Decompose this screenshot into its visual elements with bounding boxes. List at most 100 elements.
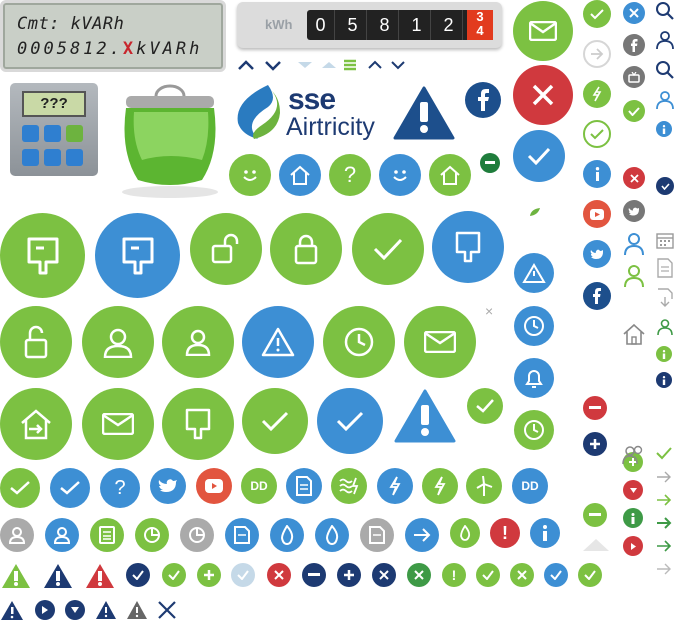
user-grey-button[interactable] [0, 518, 34, 552]
meter-blue-button[interactable] [95, 213, 180, 298]
mail-green-button[interactable] [82, 388, 154, 460]
check-outline-button[interactable] [583, 120, 611, 148]
meter-blue-small-button[interactable] [432, 211, 504, 283]
unlock-green-button[interactable] [0, 306, 72, 378]
check-blue-small-button[interactable] [544, 563, 568, 587]
minus-green-button[interactable] [583, 503, 607, 527]
direct-debit-button[interactable]: DD [241, 468, 277, 504]
info-blue-xs-button[interactable] [656, 121, 672, 137]
check-navy-xs-button[interactable] [656, 177, 674, 195]
user-outline-navy-icon[interactable] [655, 30, 675, 50]
close-navy-button[interactable] [372, 563, 396, 587]
exclamation-green-button[interactable]: ! [442, 563, 466, 587]
arrow-right-button[interactable] [405, 518, 439, 552]
pie-chart-grey-button[interactable] [180, 518, 214, 552]
electricity-button[interactable] [377, 468, 413, 504]
check-large-button[interactable] [352, 213, 424, 285]
minus-button[interactable] [480, 153, 500, 173]
twitter-grey-button[interactable] [623, 200, 645, 222]
facebook-grey-button[interactable] [623, 34, 645, 56]
clock-button[interactable] [514, 306, 554, 346]
check-green-button[interactable] [242, 388, 308, 454]
list-button[interactable] [90, 518, 124, 552]
check-green-2-button[interactable] [476, 563, 500, 587]
close-x-icon[interactable]: × [485, 303, 493, 319]
check-medium-button[interactable] [0, 468, 40, 508]
check-small-button[interactable] [467, 388, 503, 424]
arrow-outline-button[interactable] [583, 40, 611, 68]
home-green-button[interactable] [429, 154, 471, 196]
user-small-button[interactable] [162, 306, 234, 378]
dropdown-button[interactable] [65, 600, 85, 620]
play-red-button[interactable] [623, 536, 643, 556]
check-blue-button[interactable] [317, 388, 383, 454]
mail-button[interactable] [513, 1, 573, 61]
close-blue-button[interactable] [623, 2, 645, 24]
info-green-button[interactable] [623, 508, 643, 528]
close-thin-icon[interactable] [157, 600, 177, 620]
check-medium-blue-button[interactable] [50, 468, 90, 508]
dropdown-red-button[interactable] [623, 480, 643, 500]
lightning-col-button[interactable] [583, 80, 611, 108]
download-document-icon[interactable] [655, 288, 675, 308]
help-button[interactable]: ? [329, 154, 371, 196]
check-button[interactable] [513, 130, 565, 182]
minus-red-button[interactable] [583, 396, 607, 420]
twitter-col-button[interactable] [583, 240, 611, 268]
play-button[interactable] [35, 600, 55, 620]
clock-green-button[interactable] [514, 410, 554, 450]
error-button[interactable]: ! [490, 518, 520, 548]
check-col-button[interactable] [583, 0, 611, 28]
bell-button[interactable] [514, 358, 554, 398]
arrow-right-grey-icon[interactable] [656, 562, 672, 576]
search-icon[interactable] [655, 1, 675, 21]
close-button[interactable] [513, 65, 573, 125]
calendar-icon[interactable] [655, 230, 675, 250]
arrow-right-dark-green-icon[interactable] [656, 516, 672, 530]
plus-navy-col-button[interactable] [583, 432, 607, 456]
clock-large-button[interactable] [323, 306, 395, 378]
user-outline-green-small-icon[interactable] [656, 318, 674, 336]
dual-fuel-button[interactable] [331, 468, 367, 504]
youtube-col-button[interactable] [583, 200, 611, 228]
home-button[interactable] [279, 154, 321, 196]
help-blue-button[interactable]: ? [100, 468, 140, 508]
youtube-button[interactable] [196, 468, 232, 504]
facebook-button[interactable] [465, 82, 501, 118]
close-red-col-button[interactable] [623, 167, 645, 189]
search-icon[interactable] [655, 60, 675, 80]
home-move-button[interactable] [0, 388, 72, 460]
smile-button[interactable] [229, 154, 271, 196]
gas-button[interactable] [270, 518, 304, 552]
info-green-xs-button[interactable] [656, 346, 672, 362]
facebook-col-button[interactable] [583, 282, 611, 310]
plus-navy-button[interactable] [337, 563, 361, 587]
direct-debit-blue-button[interactable]: DD [512, 468, 548, 504]
user-button[interactable] [82, 306, 154, 378]
pie-chart-button[interactable] [135, 518, 169, 552]
smile-blue-button[interactable] [379, 154, 421, 196]
arrow-right-light-icon[interactable] [656, 470, 672, 484]
check-col2-button[interactable] [623, 100, 645, 122]
unlock-button[interactable] [190, 213, 262, 285]
warning-button[interactable] [514, 253, 554, 293]
meter-reading-button[interactable] [162, 388, 234, 460]
alert-button[interactable] [242, 306, 314, 378]
lock-button[interactable] [270, 213, 342, 285]
info-col-button[interactable] [583, 160, 611, 188]
minus-navy-button[interactable] [302, 563, 326, 587]
tv-grey-button[interactable] [623, 66, 645, 88]
user-blue-button[interactable] [45, 518, 79, 552]
bill-blue-button[interactable] [225, 518, 259, 552]
info-navy-xs-button[interactable] [656, 372, 672, 388]
gas-blue-button[interactable] [315, 518, 349, 552]
wind-button[interactable] [466, 468, 502, 504]
document-outline-icon[interactable] [655, 258, 675, 278]
gas-green-button[interactable] [450, 518, 480, 548]
arrow-right-green-icon[interactable] [656, 493, 672, 507]
twitter-button[interactable] [150, 468, 186, 504]
check-navy-button[interactable] [126, 563, 150, 587]
user-outline-blue-small-icon[interactable] [655, 90, 675, 110]
close-red-button[interactable] [267, 563, 291, 587]
close-green-button[interactable] [407, 563, 431, 587]
